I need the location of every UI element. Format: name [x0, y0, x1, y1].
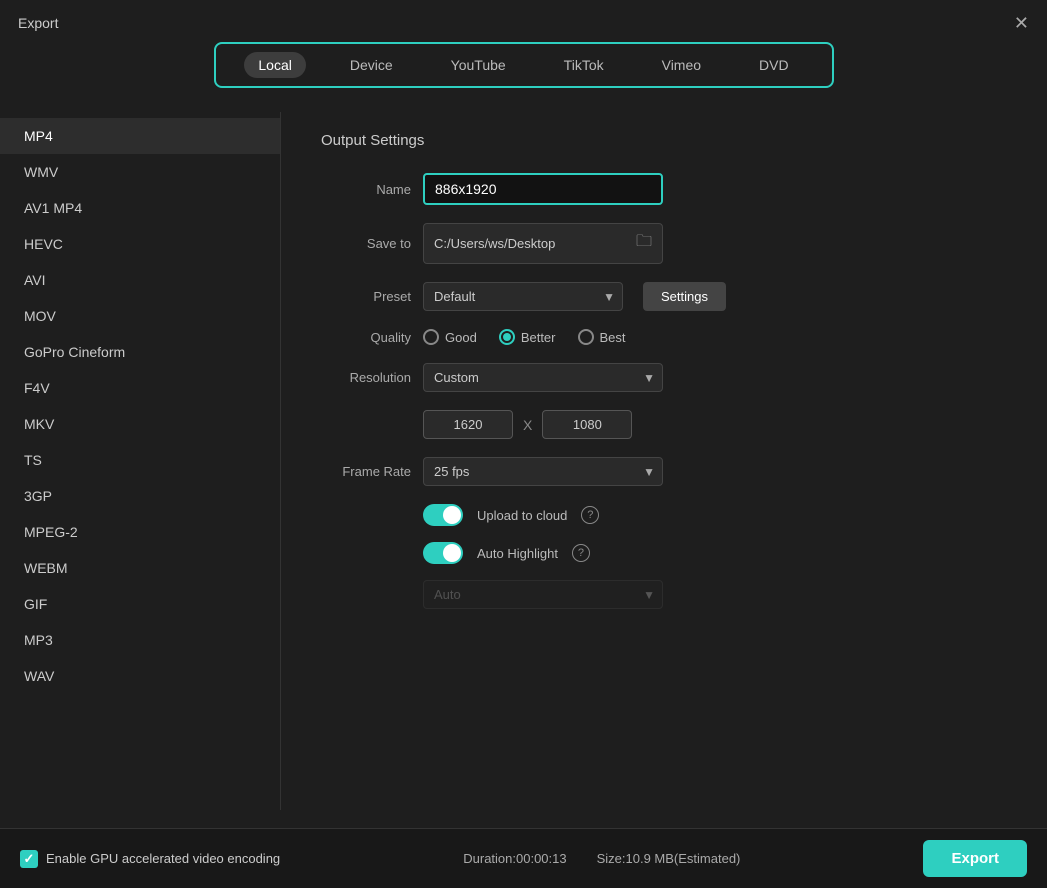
gpu-label: Enable GPU accelerated video encoding	[46, 851, 280, 866]
height-input[interactable]	[542, 410, 632, 439]
gpu-checkbox[interactable]: ✓	[20, 850, 38, 868]
width-input[interactable]	[423, 410, 513, 439]
auto-highlight-label: Auto Highlight	[477, 546, 558, 561]
tab-device[interactable]: Device	[336, 52, 407, 78]
radio-best-circle	[578, 329, 594, 345]
quality-best[interactable]: Best	[578, 329, 626, 345]
duration-value: 00:00:13	[516, 851, 567, 866]
auto-highlight-help-icon[interactable]: ?	[572, 544, 590, 562]
content-area: Output Settings Name Save to C:/Users/ws…	[281, 112, 1047, 810]
duration-info: Duration:00:00:13	[463, 851, 566, 866]
app-title: Export	[18, 15, 58, 31]
resolution-row: Resolution Custom 1920x1080 1280x720 640…	[321, 363, 1007, 392]
quality-radio-group: Good Better Best	[423, 329, 626, 345]
sidebar-item-mpeg-2[interactable]: MPEG-2	[0, 514, 280, 550]
sidebar-item-mp3[interactable]: MP3	[0, 622, 280, 658]
quality-better[interactable]: Better	[499, 329, 556, 345]
name-input[interactable]	[423, 173, 663, 205]
frame-rate-label: Frame Rate	[321, 464, 411, 479]
resolution-label: Resolution	[321, 370, 411, 385]
frame-rate-row: Frame Rate 25 fps 30 fps 60 fps ▼	[321, 457, 1007, 486]
radio-better-dot	[503, 333, 511, 341]
sidebar-item-f4v[interactable]: F4V	[0, 370, 280, 406]
preset-select[interactable]: Default Custom	[423, 282, 623, 311]
folder-icon[interactable]: 🗀	[636, 230, 652, 257]
sidebar-item-wav[interactable]: WAV	[0, 658, 280, 694]
sidebar-item-mov[interactable]: MOV	[0, 298, 280, 334]
auto-highlight-row: Auto Highlight ?	[423, 542, 1007, 564]
check-mark: ✓	[24, 851, 35, 867]
sidebar-item-av1-mp4[interactable]: AV1 MP4	[0, 190, 280, 226]
tab-vimeo[interactable]: Vimeo	[648, 52, 715, 78]
preset-select-wrapper: Default Custom ▼	[423, 282, 623, 311]
tab-nav: Local Device YouTube TikTok Vimeo DVD	[214, 42, 834, 88]
close-button[interactable]: ✕	[1014, 14, 1029, 32]
duration-label: Duration:	[463, 851, 516, 866]
title-bar: Export ✕	[0, 0, 1047, 42]
upload-cloud-label: Upload to cloud	[477, 508, 567, 523]
quality-best-label: Best	[600, 330, 626, 345]
settings-button[interactable]: Settings	[643, 282, 726, 311]
sidebar-item-mp4[interactable]: MP4	[0, 118, 280, 154]
name-label: Name	[321, 182, 411, 197]
resolution-select[interactable]: Custom 1920x1080 1280x720 640x480	[423, 363, 663, 392]
frame-rate-select-wrapper: 25 fps 30 fps 60 fps ▼	[423, 457, 663, 486]
auto-select-wrapper: Auto ▼	[423, 580, 1007, 609]
tab-dvd[interactable]: DVD	[745, 52, 803, 78]
upload-cloud-toggle[interactable]	[423, 504, 463, 526]
save-to-box[interactable]: C:/Users/ws/Desktop 🗀	[423, 223, 663, 264]
auto-select-inner: Auto ▼	[423, 580, 663, 609]
sidebar-item-mkv[interactable]: MKV	[0, 406, 280, 442]
gpu-check-row: ✓ Enable GPU accelerated video encoding	[20, 850, 280, 868]
radio-good-circle	[423, 329, 439, 345]
quality-row: Quality Good Better Best	[321, 329, 1007, 345]
dimension-separator: X	[523, 417, 532, 433]
sidebar-item-ts[interactable]: TS	[0, 442, 280, 478]
quality-better-label: Better	[521, 330, 556, 345]
export-button[interactable]: Export	[923, 840, 1027, 877]
upload-cloud-row: Upload to cloud ?	[423, 504, 1007, 526]
preset-label: Preset	[321, 289, 411, 304]
auto-highlight-toggle[interactable]	[423, 542, 463, 564]
size-value: 10.9 MB(Estimated)	[626, 851, 741, 866]
size-label: Size:	[597, 851, 626, 866]
auto-highlight-knob	[443, 544, 461, 562]
dimensions-row: X	[423, 410, 1007, 439]
quality-good[interactable]: Good	[423, 329, 477, 345]
tab-local[interactable]: Local	[244, 52, 305, 78]
resolution-select-wrapper: Custom 1920x1080 1280x720 640x480 ▼	[423, 363, 663, 392]
frame-rate-select[interactable]: 25 fps 30 fps 60 fps	[423, 457, 663, 486]
quality-good-label: Good	[445, 330, 477, 345]
preset-row: Preset Default Custom ▼ Settings	[321, 282, 1007, 311]
save-to-row: Save to C:/Users/ws/Desktop 🗀	[321, 223, 1007, 264]
auto-select: Auto	[423, 580, 663, 609]
sidebar: MP4WMVAV1 MP4HEVCAVIMOVGoPro CineformF4V…	[0, 112, 280, 810]
save-to-path: C:/Users/ws/Desktop	[434, 236, 555, 251]
info-section: Duration:00:00:13 Size:10.9 MB(Estimated…	[463, 851, 740, 866]
sidebar-item-gopro-cineform[interactable]: GoPro Cineform	[0, 334, 280, 370]
bottom-bar: ✓ Enable GPU accelerated video encoding …	[0, 828, 1047, 888]
radio-better-circle	[499, 329, 515, 345]
upload-cloud-help-icon[interactable]: ?	[581, 506, 599, 524]
sidebar-item-wmv[interactable]: WMV	[0, 154, 280, 190]
section-title: Output Settings	[321, 132, 1007, 149]
main-layout: MP4WMVAV1 MP4HEVCAVIMOVGoPro CineformF4V…	[0, 112, 1047, 810]
tab-youtube[interactable]: YouTube	[437, 52, 520, 78]
name-row: Name	[321, 173, 1007, 205]
tab-tiktok[interactable]: TikTok	[550, 52, 618, 78]
sidebar-item-webm[interactable]: WEBM	[0, 550, 280, 586]
upload-cloud-knob	[443, 506, 461, 524]
sidebar-item-hevc[interactable]: HEVC	[0, 226, 280, 262]
save-to-label: Save to	[321, 236, 411, 251]
sidebar-item-avi[interactable]: AVI	[0, 262, 280, 298]
size-info: Size:10.9 MB(Estimated)	[597, 851, 741, 866]
sidebar-item-3gp[interactable]: 3GP	[0, 478, 280, 514]
quality-label: Quality	[321, 330, 411, 345]
sidebar-item-gif[interactable]: GIF	[0, 586, 280, 622]
